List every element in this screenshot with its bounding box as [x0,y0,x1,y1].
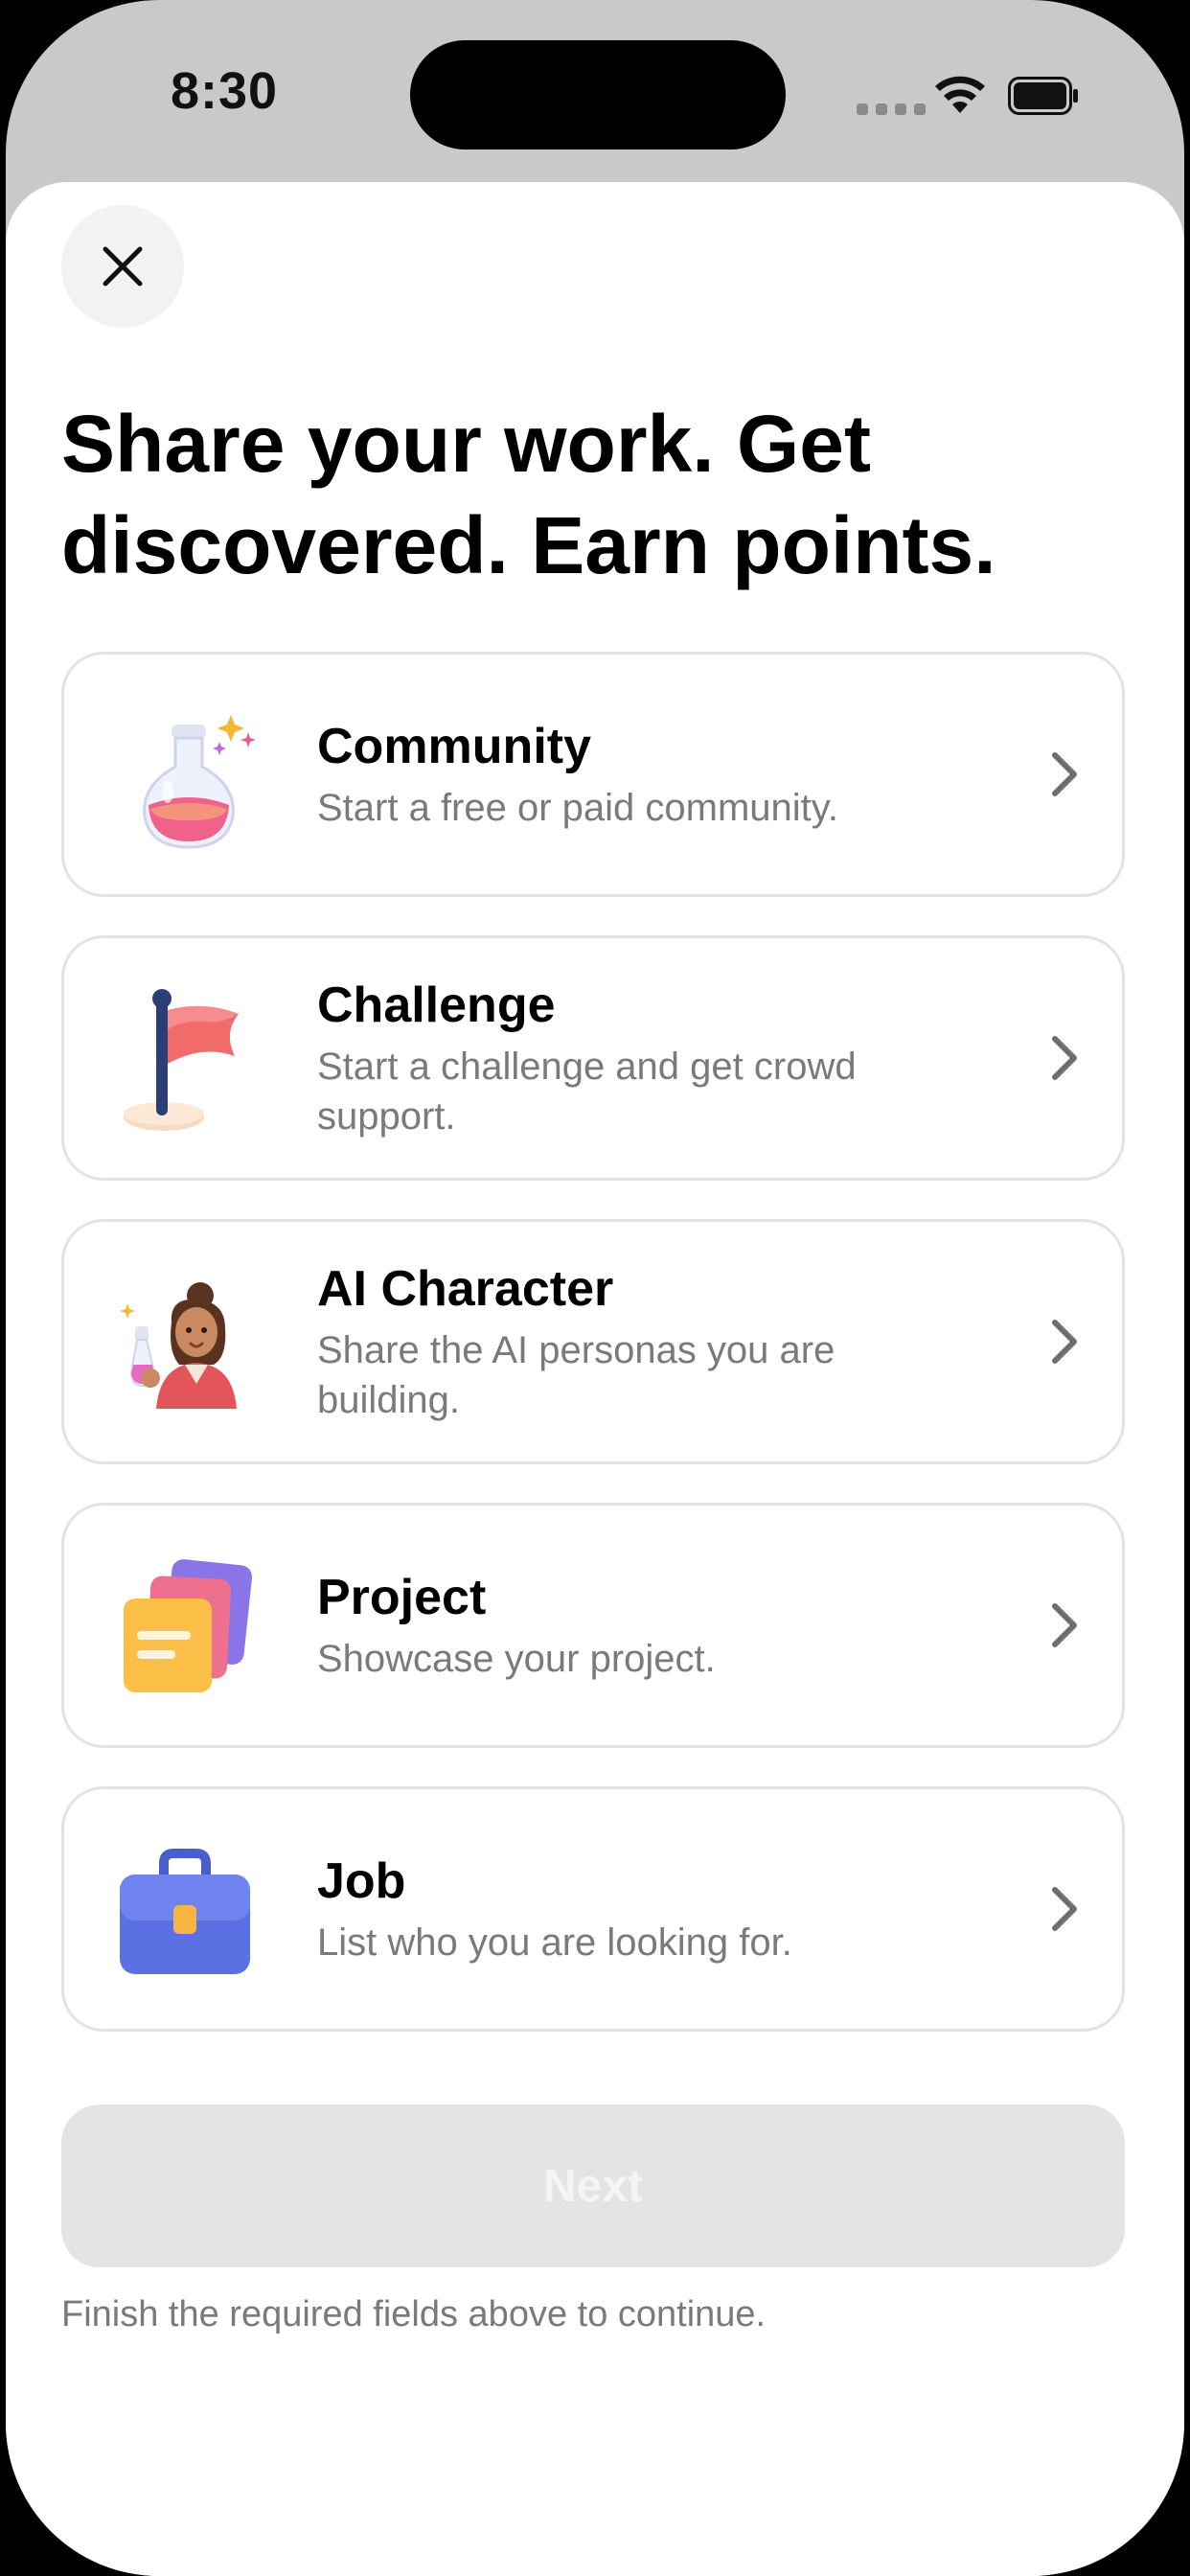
chevron-right-icon [1052,1036,1077,1080]
option-text: Project Showcase your project. [317,1567,930,1684]
chevron-right-icon [1052,1887,1077,1931]
wifi-icon [935,76,985,113]
option-card-project[interactable]: Project Showcase your project. [61,1503,1125,1748]
option-card-challenge[interactable]: Challenge Start a challenge and get crow… [61,935,1125,1181]
option-subtitle: Share the AI personas you are building. [317,1329,835,1421]
red-flag-icon [124,989,239,1131]
option-title: Challenge [317,978,556,1033]
close-button[interactable] [61,205,184,328]
page-title: Share your work. Get discovered. Earn po… [61,399,996,590]
option-subtitle: List who you are looking for. [317,1921,792,1964]
option-text: Community Start a free or paid community… [317,716,930,833]
briefcase-icon [120,1849,250,1974]
cellular-signal-icon [857,104,926,115]
option-card-job[interactable]: Job List who you are looking for. [61,1786,1125,2032]
ai-character-avatar-icon [120,1282,237,1409]
bottom-sheet: Share your work. Get discovered. Earn po… [6,182,1184,2576]
battery-icon [1008,77,1078,115]
chevron-right-icon [1052,752,1077,796]
close-icon [103,246,143,287]
option-card-community[interactable]: Community Start a free or paid community… [61,652,1125,897]
stacked-documents-icon [124,1559,253,1692]
phone-screen: 8:30 Share your work. Get discovered. Ea… [6,0,1184,2576]
potion-flask-icon [143,715,256,849]
option-card-ai-character[interactable]: AI Character Share the AI personas you a… [61,1219,1125,1464]
option-text: AI Character Share the AI personas you a… [317,1258,930,1425]
helper-text: Finish the required fields above to cont… [61,2294,767,2334]
option-subtitle: Start a challenge and get crowd support. [317,1046,857,1138]
option-text: Challenge Start a challenge and get crow… [317,975,930,1141]
option-title: Project [317,1570,487,1625]
chevron-right-icon [1052,1603,1077,1647]
option-text: Job List who you are looking for. [317,1851,930,1967]
status-time: 8:30 [171,62,279,120]
option-title: Community [317,719,591,774]
option-subtitle: Showcase your project. [317,1638,716,1680]
next-button[interactable]: Next [61,2104,1125,2267]
device-frame: 8:30 Share your work. Get discovered. Ea… [0,0,1190,2576]
option-subtitle: Start a free or paid community. [317,787,838,829]
dynamic-island [410,40,786,150]
chevron-right-icon [1052,1320,1077,1364]
option-title: Job [317,1853,406,1909]
option-title: AI Character [317,1261,614,1317]
